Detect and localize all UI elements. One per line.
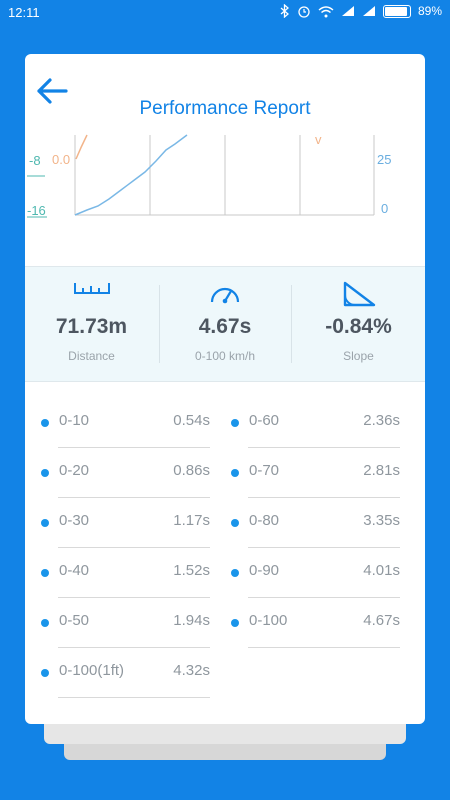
split-label: 0-80 bbox=[249, 512, 280, 529]
split-time: 0.54s bbox=[173, 412, 210, 429]
split-time: 2.36s bbox=[363, 412, 400, 429]
split-item: 0-70 2.81s bbox=[215, 448, 405, 498]
stat-slope: -0.84% Slope bbox=[292, 267, 425, 381]
bullet-dot-icon bbox=[41, 619, 49, 627]
split-label: 0-60 bbox=[249, 412, 280, 429]
battery-icon bbox=[382, 4, 411, 18]
stat-acceleration: 4.67s 0-100 km/h bbox=[159, 267, 291, 381]
split-label: 0-100(1ft) bbox=[59, 662, 125, 679]
wifi-icon bbox=[318, 5, 334, 17]
split-item: 0-80 3.35s bbox=[215, 498, 405, 548]
status-time: 12:11 bbox=[8, 5, 40, 20]
split-time: 4.32s bbox=[173, 662, 210, 679]
status-icons: 89% bbox=[280, 4, 442, 18]
split-time: 1.52s bbox=[173, 562, 210, 579]
split-divider bbox=[248, 647, 400, 648]
split-item: 0-60 2.36s bbox=[215, 398, 405, 448]
split-label: 0-100 bbox=[249, 612, 288, 629]
ruler-icon bbox=[73, 283, 110, 294]
blue-series-line bbox=[74, 134, 188, 216]
split-item: 0-10 0.54s bbox=[25, 398, 215, 448]
bullet-dot-icon bbox=[41, 519, 49, 527]
bluetooth-icon bbox=[280, 4, 289, 18]
split-time: 4.01s bbox=[363, 562, 400, 579]
orange-series-line bbox=[75, 134, 88, 160]
stats-panel: 71.73m Distance 4.67s 0-100 km/h -0.84% … bbox=[25, 266, 425, 382]
bullet-dot-icon bbox=[231, 619, 239, 627]
split-label: 0-20 bbox=[59, 462, 90, 479]
acceleration-label: 0-100 km/h bbox=[194, 349, 256, 363]
split-divider bbox=[58, 697, 210, 698]
split-item: 0-30 1.17s bbox=[25, 498, 215, 548]
split-item: 0-100 4.67s bbox=[215, 598, 405, 648]
split-label: 0-70 bbox=[249, 462, 280, 479]
split-item: 0-50 1.94s bbox=[25, 598, 215, 648]
split-label: 0-90 bbox=[249, 562, 280, 579]
split-item: 0-20 0.86s bbox=[25, 448, 215, 498]
left-axis-tick: -8 bbox=[29, 153, 41, 168]
split-time: 1.94s bbox=[173, 612, 210, 629]
split-time: 3.35s bbox=[363, 512, 400, 529]
right-axis-tick: 0 bbox=[381, 201, 388, 216]
split-item: 0-40 1.52s bbox=[25, 548, 215, 598]
distance-value: 71.73m bbox=[55, 315, 128, 338]
split-label: 0-50 bbox=[59, 612, 90, 629]
split-time: 1.17s bbox=[173, 512, 210, 529]
split-item: 0-100(1ft) 4.32s bbox=[25, 648, 215, 698]
split-label: 0-40 bbox=[59, 562, 90, 579]
stat-distance: 71.73m Distance bbox=[25, 267, 158, 381]
alarm-icon bbox=[298, 6, 310, 18]
split-label: 0-30 bbox=[59, 512, 90, 529]
slope-icon bbox=[343, 281, 375, 307]
left-axis-tick: -16 bbox=[27, 203, 46, 218]
split-item: 0-90 4.01s bbox=[215, 548, 405, 598]
bullet-dot-icon bbox=[231, 419, 239, 427]
bullet-dot-icon bbox=[41, 569, 49, 577]
bullet-dot-icon bbox=[231, 569, 239, 577]
bullet-dot-icon bbox=[231, 469, 239, 477]
distance-label: Distance bbox=[68, 349, 115, 363]
performance-chart: -8 -16 0.0 25 0 v bbox=[27, 132, 391, 218]
report-card: Performance Report -8 -16 0.0 25 0 v 71.… bbox=[25, 54, 425, 724]
signal-icon-2 bbox=[362, 6, 375, 16]
bullet-dot-icon bbox=[41, 419, 49, 427]
orange-marker: v bbox=[315, 132, 322, 147]
battery-percent: 89% bbox=[417, 4, 442, 18]
page-title: Performance Report bbox=[139, 98, 311, 119]
right-axis-tick: 25 bbox=[377, 152, 391, 167]
slope-label: Slope bbox=[343, 349, 374, 363]
speedometer-icon bbox=[210, 287, 240, 304]
split-time: 0.86s bbox=[173, 462, 210, 479]
split-time: 2.81s bbox=[363, 462, 400, 479]
bullet-dot-icon bbox=[41, 469, 49, 477]
split-time: 4.67s bbox=[363, 612, 400, 629]
orange-axis-label: 0.0 bbox=[52, 152, 70, 167]
signal-icon bbox=[341, 6, 354, 16]
bullet-dot-icon bbox=[231, 519, 239, 527]
acceleration-value: 4.67s bbox=[198, 315, 252, 338]
split-label: 0-10 bbox=[59, 412, 90, 429]
bullet-dot-icon bbox=[41, 669, 49, 677]
slope-value: -0.84% bbox=[325, 315, 392, 338]
status-bar: 12:11 89% bbox=[0, 0, 450, 26]
